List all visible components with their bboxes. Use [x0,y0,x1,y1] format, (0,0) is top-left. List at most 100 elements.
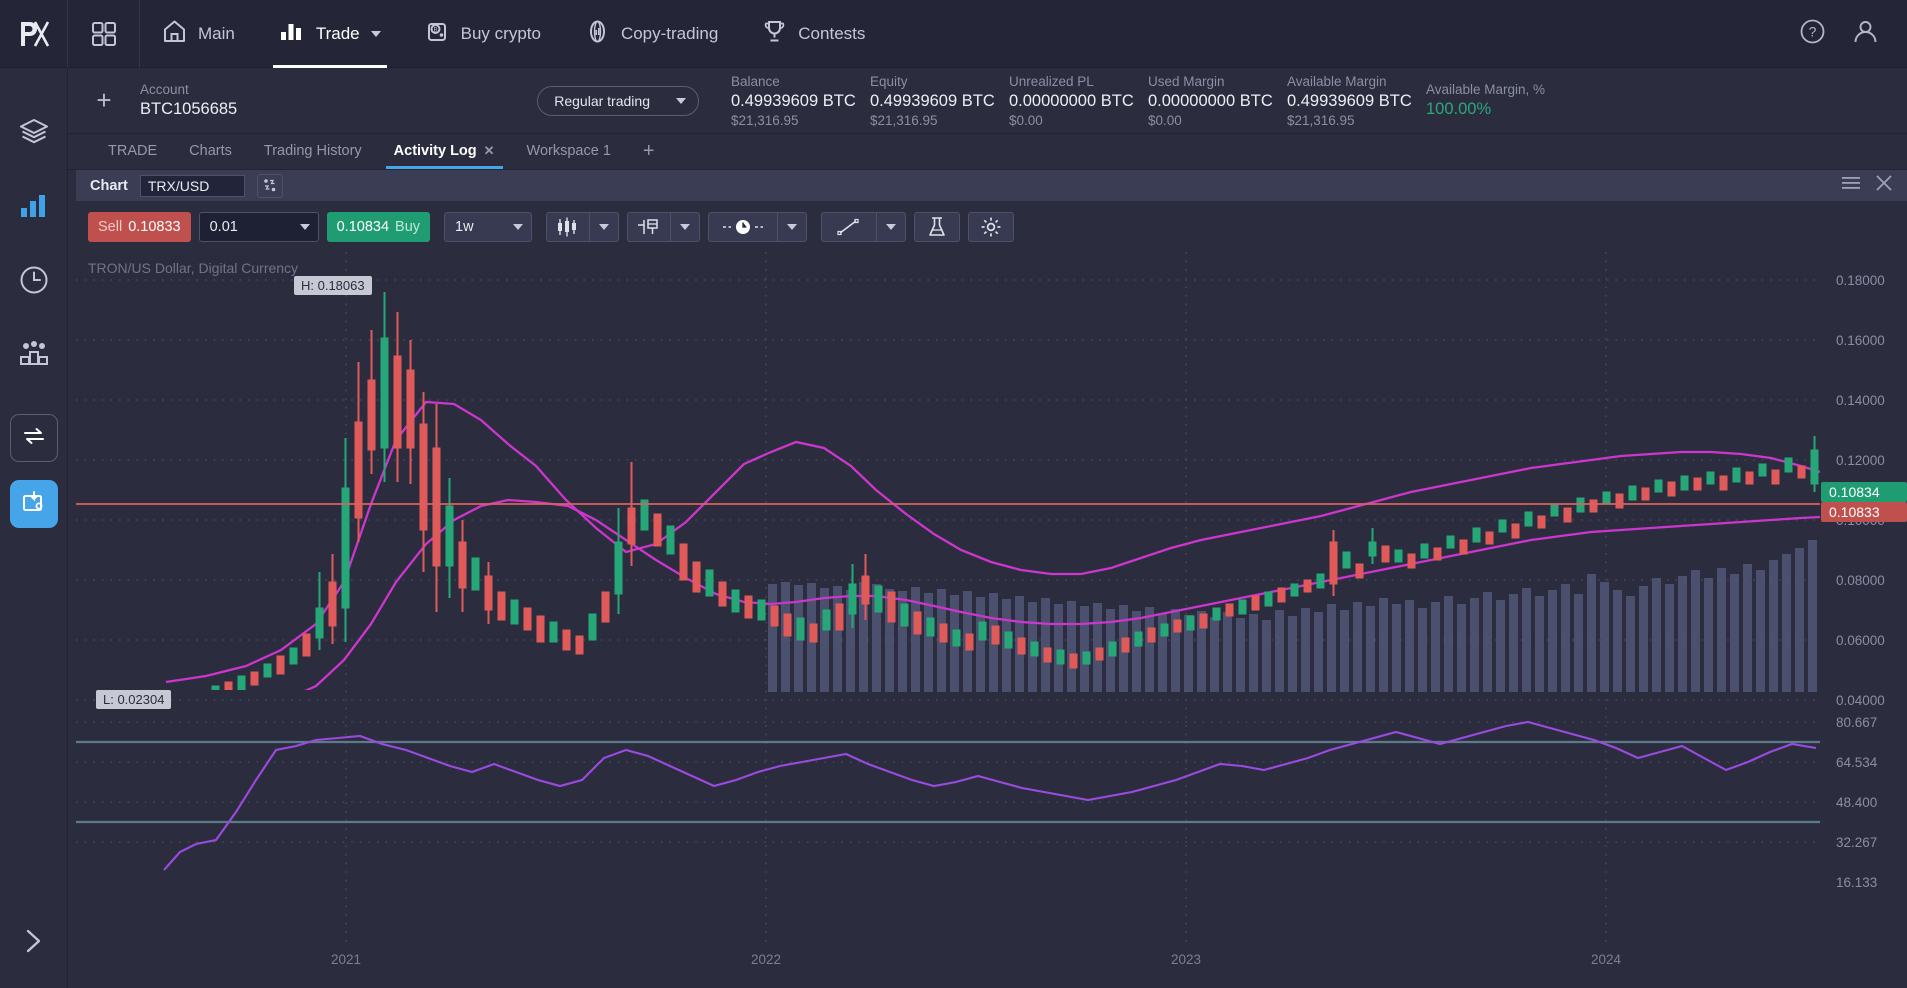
tab-activity-log[interactable]: Activity Log ✕ [378,133,511,169]
nav-right-group: ? [1799,18,1907,50]
chart-series-title: TRON/US Dollar, Digital Currency [88,260,299,276]
sidebar-item-charts[interactable] [10,184,58,232]
px-logo[interactable] [0,0,68,68]
trophy-icon [762,19,787,49]
close-icon[interactable]: ✕ [484,143,495,159]
nav-item-contests[interactable]: Contests [740,0,887,68]
sidebar-item-copy-traders[interactable] [10,332,58,380]
tab-trading-history[interactable]: Trading History [248,133,378,169]
nav-item-main[interactable]: Main [140,0,257,68]
svg-text:2021: 2021 [331,952,361,967]
quantity-value: 0.01 [209,219,238,235]
svg-text:?: ? [1809,23,1817,39]
metric-value: 0.49939609 BTC [1286,91,1412,110]
draw-line-button[interactable] [821,212,877,242]
top-navigation-bar: Main Trade B Buy crypto Copy-trading Con… [0,0,1907,68]
nav-item-copy-trading[interactable]: Copy-trading [563,0,740,68]
help-icon[interactable]: ? [1799,18,1826,50]
chart-type-dropdown[interactable] [589,212,620,242]
svg-text:0.14000: 0.14000 [1836,393,1885,408]
nav-item-buy-crypto[interactable]: B Buy crypto [403,0,563,68]
svg-text:32.267: 32.267 [1836,835,1877,850]
chevron-down-icon [675,97,686,104]
metric-value: 0.00000000 BTC [1147,91,1273,110]
date-range-button[interactable] [708,212,778,242]
add-tab-button[interactable]: + [627,133,671,169]
tab-workspace-1[interactable]: Workspace 1 [511,133,627,169]
high-flag: H: 0.18063 [294,276,372,295]
metric-label: Balance [730,73,780,89]
metric-sub: $0.00 [1008,112,1043,128]
account-label: Account [140,82,189,97]
indicator-button[interactable] [627,212,671,242]
symbol-input[interactable] [139,174,245,197]
svg-text:0.12000: 0.12000 [1836,453,1885,468]
layers-icon [18,116,50,153]
svg-text:48.400: 48.400 [1836,795,1877,810]
metric-sub: $21,316.95 [730,112,799,128]
sell-price: 0.10833 [128,219,181,235]
tab-label: TRADE [108,143,158,159]
candlestick-icon [558,217,577,237]
indicator-dropdown[interactable] [670,212,701,242]
sidebar-item-deposit[interactable] [9,480,58,528]
date-range-dropdown[interactable] [777,212,808,242]
chevron-down-icon [787,224,798,230]
sidebar-item-history[interactable] [10,258,58,306]
sidebar-expand-button[interactable] [10,920,56,966]
trading-platform-window: Main Trade B Buy crypto Copy-trading Con… [0,0,1907,988]
metric-sub: $21,316.95 [1286,112,1355,128]
svg-text:2022: 2022 [751,952,781,967]
compare-symbols-button[interactable] [256,173,283,198]
settings-button[interactable] [968,212,1015,242]
buy-button[interactable]: 0.10834 Buy [326,212,431,242]
metric-used-margin: Used Margin 0.00000000 BTC $0.00 [1148,73,1287,129]
sell-price-tag: 0.10833 [1821,502,1907,522]
home-icon [162,19,187,49]
chevron-down-icon [886,224,897,230]
user-icon[interactable] [1852,18,1879,50]
chevron-down-icon[interactable] [370,30,381,37]
svg-text:80.667: 80.667 [1836,715,1877,730]
trading-mode-select[interactable]: Regular trading [537,85,699,116]
quantity-select[interactable]: 0.01 [198,212,319,242]
sidebar-item-transfer[interactable] [9,414,58,462]
flask-icon [929,217,945,236]
account-summary-bar: + Account BTC1056685 Regular trading Bal… [68,68,1907,134]
indicator-group [627,212,701,242]
nav-item-trade[interactable]: Trade [257,0,403,68]
svg-text:B: B [433,27,437,33]
timeframe-value: 1w [455,219,474,235]
tab-charts[interactable]: Charts [173,133,248,169]
sell-button[interactable]: Sell 0.10833 [88,212,191,242]
metric-available-margin-pct: Available Margin, % 100.00% [1426,73,1565,129]
account-number: BTC1056685 [140,100,238,118]
svg-text:2024: 2024 [1591,952,1622,967]
trendline-icon [837,218,859,236]
left-sidebar-rail [0,68,68,988]
sidebar-item-layers[interactable] [10,110,58,158]
chart-type-button[interactable] [546,212,590,242]
tab-trade[interactable]: TRADE [92,133,173,169]
draw-tools-dropdown[interactable] [876,212,907,242]
add-account-button[interactable]: + [68,68,140,134]
metric-available-margin: Available Margin 0.49939609 BTC $21,316.… [1287,73,1426,129]
panel-title: Chart [90,177,128,194]
buy-price: 0.10834 [336,219,390,235]
bar-chart-icon [19,192,49,225]
buy-price-tag: 0.10834 [1821,482,1907,502]
hamburger-icon[interactable] [1841,175,1861,196]
chevron-down-icon [680,224,691,230]
transfer-icon [21,423,47,454]
studies-button[interactable] [914,212,961,242]
chart-panel-header: Chart [76,170,1907,202]
account-info: Account BTC1056685 [140,81,237,120]
apps-grid-icon[interactable] [68,0,140,68]
metric-balance: Balance 0.49939609 BTC $21,316.95 [731,73,870,129]
timeframe-select[interactable]: 1w [444,212,533,242]
chevron-down-icon [599,224,610,230]
close-icon[interactable] [1875,174,1893,197]
account-metrics: Balance 0.49939609 BTC $21,316.95 Equity… [731,73,1565,129]
chart-canvas-area[interactable]: TRON/US Dollar, Digital Currency H: 0.18… [76,252,1907,988]
gear-icon [981,217,1001,237]
